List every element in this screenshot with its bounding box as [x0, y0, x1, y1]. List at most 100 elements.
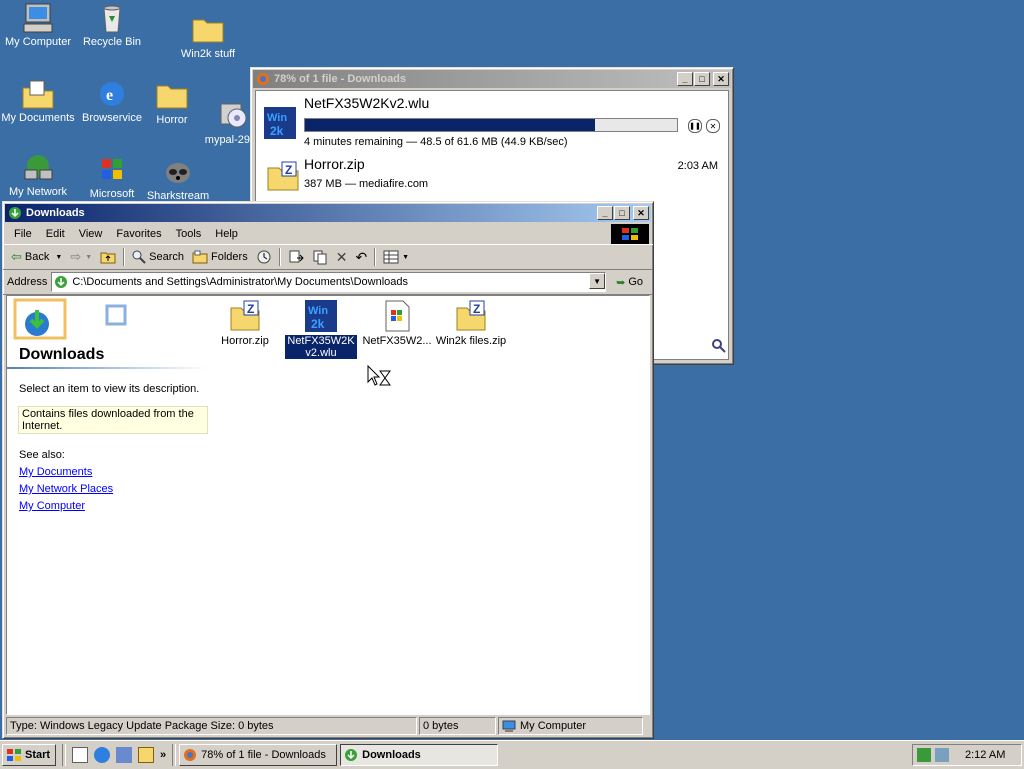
windows-flag-icon: [102, 159, 122, 179]
outlook-express-icon[interactable]: [116, 747, 132, 763]
file-netfx-wlu-selected[interactable]: Win 2k NetFX35W2Kv2.wlu: [283, 300, 359, 359]
go-button[interactable]: ➥ Go: [612, 272, 647, 292]
file-horror-zip[interactable]: Z Horror.zip: [207, 300, 283, 347]
maximize-button[interactable]: □: [694, 72, 710, 86]
network-tray-icon[interactable]: [917, 748, 931, 762]
see-also-label: See also:: [19, 449, 65, 461]
link-my-documents[interactable]: My Documents: [19, 466, 113, 478]
desktop-icon-recycle-bin[interactable]: Recycle Bin: [74, 2, 150, 49]
up-folder-button[interactable]: [96, 247, 120, 267]
delete-button[interactable]: ✕: [332, 247, 352, 267]
download-filename: Horror.zip: [304, 156, 365, 172]
internet-explorer-icon[interactable]: [94, 747, 110, 763]
explorer-window: Downloads _ □ ✕ File Edit View Favorites…: [2, 201, 654, 739]
forward-button[interactable]: ⇨ ▼: [66, 247, 96, 267]
firefox-icon: [257, 73, 269, 85]
up-folder-icon: [100, 252, 116, 264]
sidebar-prompt: Select an item to view its description.: [19, 383, 200, 395]
explorer-titlebar[interactable]: Downloads _ □ ✕: [5, 204, 651, 222]
minimize-button[interactable]: _: [597, 206, 613, 220]
task-explorer-downloads[interactable]: Downloads: [340, 744, 499, 766]
downloads-folder-icon: [55, 276, 68, 288]
address-input[interactable]: C:\Documents and Settings\Administrator\…: [51, 272, 607, 292]
minimize-button[interactable]: _: [677, 72, 693, 86]
explorer-quick-icon[interactable]: [138, 747, 154, 763]
file-label: Horror.zip: [221, 335, 269, 347]
undo-button[interactable]: ↶: [351, 247, 371, 267]
windows-installer-icon: [385, 300, 410, 332]
show-desktop-icon[interactable]: [72, 747, 88, 763]
magnifier-icon[interactable]: [711, 338, 727, 357]
forward-arrow-icon: ⇨: [70, 249, 82, 264]
see-also-links: My Documents My Network Places My Comput…: [19, 466, 113, 517]
history-icon: [257, 250, 271, 264]
link-my-network-places[interactable]: My Network Places: [19, 483, 113, 495]
status-bar: Type: Windows Legacy Update Package Size…: [6, 717, 650, 735]
system-tray: 2:12 AM: [912, 744, 1022, 766]
svg-text:e: e: [106, 87, 113, 104]
maximize-button[interactable]: □: [614, 206, 630, 220]
history-button[interactable]: [252, 247, 276, 267]
computer-icon: [502, 720, 516, 732]
desktop-icon-sharkstream[interactable]: Sharkstream: [140, 156, 216, 203]
recycle-bin-icon: [103, 5, 121, 33]
menu-edit[interactable]: Edit: [39, 228, 72, 240]
views-button[interactable]: ▼: [379, 247, 413, 267]
folder-banner-graphic: [13, 298, 127, 340]
file-win2k-files-zip[interactable]: Z Win2k files.zip: [433, 300, 509, 347]
desktop-icon-win2k-stuff[interactable]: Win2k stuff: [170, 14, 246, 61]
cancel-icon[interactable]: ✕: [706, 119, 720, 133]
window-title: 78% of 1 file - Downloads: [274, 73, 407, 85]
taskbar-separator: [172, 744, 177, 766]
busy-cursor-icon: [367, 365, 391, 386]
menu-tools[interactable]: Tools: [169, 228, 209, 240]
task-label: 78% of 1 file - Downloads: [201, 749, 326, 761]
desktop-icon-label: My Computer: [4, 36, 72, 48]
file-label: Win2k files.zip: [435, 335, 507, 347]
go-label: Go: [628, 276, 643, 288]
menu-bar: File Edit View Favorites Tools Help: [3, 224, 653, 244]
folders-label: Folders: [211, 251, 248, 263]
clock[interactable]: 2:12 AM: [965, 749, 1005, 761]
chevron-down-icon: ▼: [85, 253, 93, 261]
zip-folder-icon: Z: [267, 161, 299, 191]
firefox-icon: [184, 749, 197, 761]
file-netfx-exe[interactable]: NetFX35W2...: [359, 300, 435, 347]
link-my-computer[interactable]: My Computer: [19, 500, 113, 512]
desktop-icon-microsoft[interactable]: Microsoft: [74, 154, 150, 201]
desktop-icon-label: My Documents: [1, 112, 75, 124]
close-button[interactable]: ✕: [633, 206, 649, 220]
menu-file[interactable]: File: [7, 228, 39, 240]
taskbar-separator: [62, 744, 66, 766]
menu-favorites[interactable]: Favorites: [109, 228, 168, 240]
monitor-tray-icon[interactable]: [935, 748, 949, 762]
back-button[interactable]: ⇦ Back ▼: [7, 247, 66, 267]
task-downloads-manager[interactable]: 78% of 1 file - Downloads: [179, 744, 338, 766]
pause-icon[interactable]: ❚❚: [688, 119, 702, 133]
desktop-icon-my-computer[interactable]: My Computer: [0, 2, 76, 49]
desktop-icon-my-network[interactable]: My Network: [0, 152, 76, 199]
zip-folder-icon: Z: [230, 300, 260, 331]
address-dropdown-button[interactable]: ▼: [589, 273, 606, 289]
move-to-button[interactable]: [284, 247, 308, 267]
svg-text:Z: Z: [285, 163, 292, 177]
search-button[interactable]: Search: [128, 247, 188, 267]
folder-icon: [156, 85, 188, 109]
start-button[interactable]: Start: [2, 744, 56, 766]
address-bar: Address C:\Documents and Settings\Admini…: [3, 270, 653, 295]
copy-to-button[interactable]: [308, 247, 332, 267]
menu-help[interactable]: Help: [208, 228, 245, 240]
task-label: Downloads: [362, 749, 421, 761]
download-progress-bar: [304, 118, 678, 132]
download-item-active[interactable]: Win 2k NetFX35W2Kv2.wlu ❚❚ ✕ 4 minutes re…: [256, 91, 728, 153]
close-button[interactable]: ✕: [713, 72, 729, 86]
chevron-down-icon: ▼: [402, 253, 410, 261]
desktop-icon-my-documents[interactable]: My Documents: [0, 78, 76, 125]
windows-flag-icon: [7, 749, 21, 761]
chevron-down-icon: ▼: [55, 253, 63, 261]
menu-view[interactable]: View: [72, 228, 110, 240]
folder-description: Contains files downloaded from the Inter…: [18, 406, 208, 434]
folders-button[interactable]: Folders: [188, 247, 252, 267]
downloads-manager-titlebar[interactable]: 78% of 1 file - Downloads _ □ ✕: [253, 70, 731, 88]
chevron-right-icon[interactable]: »: [160, 749, 166, 761]
